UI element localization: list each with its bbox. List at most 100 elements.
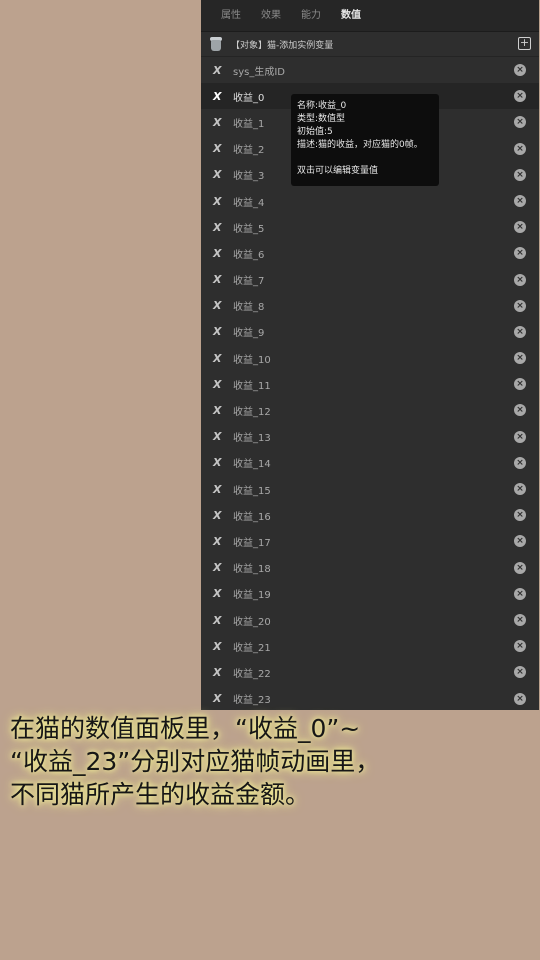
caption-line-3: 不同猫所产生的收益金额。 bbox=[10, 780, 311, 809]
variable-x-icon: 𝙓 bbox=[213, 142, 222, 156]
variable-x-icon: 𝙓 bbox=[213, 194, 222, 208]
delete-variable-icon[interactable]: × bbox=[514, 483, 526, 495]
delete-variable-icon[interactable]: × bbox=[514, 64, 526, 76]
variable-row[interactable]: 𝙓sys_生成ID × bbox=[201, 57, 539, 83]
variable-row[interactable]: 𝙓 收益_6 × bbox=[201, 240, 539, 266]
delete-variable-icon[interactable]: × bbox=[514, 325, 526, 338]
variable-x-icon: 𝙓 bbox=[213, 115, 222, 129]
variable-x-icon: 𝙓 bbox=[213, 63, 222, 77]
variable-row[interactable]: 𝙓 收益_23 × bbox=[201, 686, 539, 711]
variable-name-label: 收益_9 bbox=[233, 328, 265, 340]
delete-variable-icon[interactable]: × bbox=[514, 168, 526, 181]
delete-variable-icon[interactable]: × bbox=[514, 299, 526, 312]
tab-attributes[interactable]: 属性 bbox=[211, 0, 251, 32]
delete-variable-icon[interactable]: × bbox=[514, 535, 526, 548]
variable-name-label: 收益_6 bbox=[233, 249, 265, 261]
variable-x-icon: 𝙓 bbox=[213, 246, 222, 260]
delete-variable-icon[interactable]: × bbox=[514, 90, 526, 103]
variable-name-label: 收益_23 bbox=[233, 695, 271, 707]
variable-name-label: 收益_7 bbox=[233, 276, 265, 288]
variable-x-icon: 𝙓 bbox=[213, 456, 222, 470]
variable-x-icon: 𝙓 bbox=[213, 587, 222, 601]
variable-row[interactable]: 𝙓 收益_22 × bbox=[201, 659, 539, 685]
variable-row[interactable]: 𝙓 收益_10 × bbox=[201, 345, 539, 371]
variable-x-icon: 𝙓 bbox=[213, 377, 222, 391]
tab-bar: 属性 效果 能力 数值 bbox=[201, 0, 539, 32]
delete-variable-icon[interactable]: × bbox=[514, 116, 526, 129]
variable-name-label: 收益_5 bbox=[233, 223, 265, 235]
variable-row[interactable]: 𝙓 收益_5 × bbox=[201, 214, 539, 240]
variable-row[interactable]: 𝙓 收益_18 × bbox=[201, 555, 539, 581]
variable-row[interactable]: 𝙓 收益_16 × bbox=[201, 502, 539, 528]
variable-name-label: 收益_19 bbox=[233, 590, 271, 602]
variable-row[interactable]: 𝙓 收益_12 × bbox=[201, 397, 539, 423]
delete-variable-icon[interactable]: × bbox=[514, 640, 526, 653]
tab-values[interactable]: 数值 bbox=[331, 0, 371, 32]
variable-name-label: 收益_8 bbox=[233, 302, 265, 314]
tooltip-hint: 双击可以编辑变量值 bbox=[297, 166, 379, 176]
delete-variable-icon[interactable]: × bbox=[514, 352, 526, 365]
delete-variable-icon[interactable]: × bbox=[514, 378, 526, 391]
variable-x-icon: 𝙓 bbox=[213, 351, 222, 365]
variable-x-icon: 𝙓 bbox=[213, 508, 222, 522]
variable-name-label: 收益_12 bbox=[233, 407, 271, 419]
delete-variable-icon[interactable]: × bbox=[514, 509, 526, 522]
variable-tooltip: 名称:收益_0 类型:数值型 初始值:5 描述:猫的收益，对应猫的0帧。 双击可… bbox=[291, 94, 439, 186]
variable-x-icon: 𝙓 bbox=[213, 220, 222, 234]
variable-name-label: 收益_14 bbox=[233, 459, 271, 471]
variable-x-icon: 𝙓 bbox=[213, 613, 222, 627]
variable-row[interactable]: 𝙓 收益_8 × bbox=[201, 293, 539, 319]
variable-name-label: 收益_3 bbox=[233, 171, 265, 183]
variable-x-icon: 𝙓 bbox=[213, 561, 222, 575]
trash-can-icon bbox=[209, 36, 223, 52]
delete-variable-icon[interactable]: × bbox=[514, 613, 526, 626]
tab-effects[interactable]: 效果 bbox=[251, 0, 291, 32]
variable-name-label: 收益_1 bbox=[233, 118, 265, 130]
delete-variable-icon[interactable]: × bbox=[514, 404, 526, 417]
tooltip-description: 描述:猫的收益，对应猫的0帧。 bbox=[297, 140, 423, 150]
variable-name-label: 收益_11 bbox=[233, 380, 271, 392]
variable-name-label: sys_生成ID bbox=[233, 66, 285, 78]
delete-variable-icon[interactable]: × bbox=[514, 142, 526, 155]
caption-line-1: 在猫的数值面板里，“收益_0”~ bbox=[10, 714, 361, 743]
variable-row[interactable]: 𝙓 收益_17 × bbox=[201, 528, 539, 554]
variable-row[interactable]: 𝙓 收益_7 × bbox=[201, 267, 539, 293]
variable-x-icon: 𝙓 bbox=[213, 325, 222, 339]
delete-variable-icon[interactable]: × bbox=[514, 194, 526, 207]
variable-row[interactable]: 𝙓 收益_9 × bbox=[201, 319, 539, 345]
variable-row[interactable]: 𝙓 收益_11 × bbox=[201, 371, 539, 397]
delete-variable-icon[interactable]: × bbox=[514, 430, 526, 443]
variable-x-icon: 𝙓 bbox=[213, 273, 222, 287]
tab-abilities[interactable]: 能力 bbox=[291, 0, 331, 32]
caption-line-2: “收益_23”分别对应猫帧动画里， bbox=[10, 747, 381, 776]
variable-name-label: 收益_0 bbox=[233, 92, 265, 104]
add-variable-button[interactable]: + bbox=[518, 37, 531, 50]
variable-row[interactable]: 𝙓 收益_21 × bbox=[201, 633, 539, 659]
variable-name-label: 收益_21 bbox=[233, 642, 271, 654]
delete-variable-icon[interactable]: × bbox=[514, 273, 526, 286]
delete-variable-icon[interactable]: × bbox=[514, 587, 526, 600]
delete-variable-icon[interactable]: × bbox=[514, 247, 526, 260]
caption-text: 在猫的数值面板里，“收益_0”~ “收益_23”分别对应猫帧动画里， 不同猫所产… bbox=[10, 712, 535, 811]
variable-row[interactable]: 𝙓 收益_4 × bbox=[201, 188, 539, 214]
variable-name-label: 收益_15 bbox=[233, 485, 271, 497]
variable-row[interactable]: 𝙓 收益_13 × bbox=[201, 424, 539, 450]
variable-row[interactable]: 𝙓 收益_19 × bbox=[201, 581, 539, 607]
delete-variable-icon[interactable]: × bbox=[514, 221, 526, 234]
variable-name-label: 收益_17 bbox=[233, 537, 271, 549]
object-add-instance-variable-label: 【对象】猫-添加实例变量 bbox=[231, 40, 334, 51]
tooltip-name: 名称:收益_0 bbox=[297, 101, 347, 111]
delete-variable-icon[interactable]: × bbox=[514, 692, 526, 705]
delete-variable-icon[interactable]: × bbox=[514, 561, 526, 574]
variable-x-icon: 𝙓 bbox=[213, 404, 222, 418]
delete-variable-icon[interactable]: × bbox=[514, 456, 526, 469]
variable-x-icon: 𝙓 bbox=[213, 665, 222, 679]
variable-x-icon: 𝙓 bbox=[213, 692, 222, 706]
variable-row[interactable]: 𝙓 收益_15 × bbox=[201, 476, 539, 502]
delete-variable-icon[interactable]: × bbox=[514, 666, 526, 679]
variable-name-label: 收益_10 bbox=[233, 354, 271, 366]
tooltip-type: 类型:数值型 bbox=[297, 114, 346, 124]
variable-row[interactable]: 𝙓 收益_20 × bbox=[201, 607, 539, 633]
variable-row[interactable]: 𝙓 收益_14 × bbox=[201, 450, 539, 476]
tooltip-initial-value: 初始值:5 bbox=[297, 127, 333, 137]
